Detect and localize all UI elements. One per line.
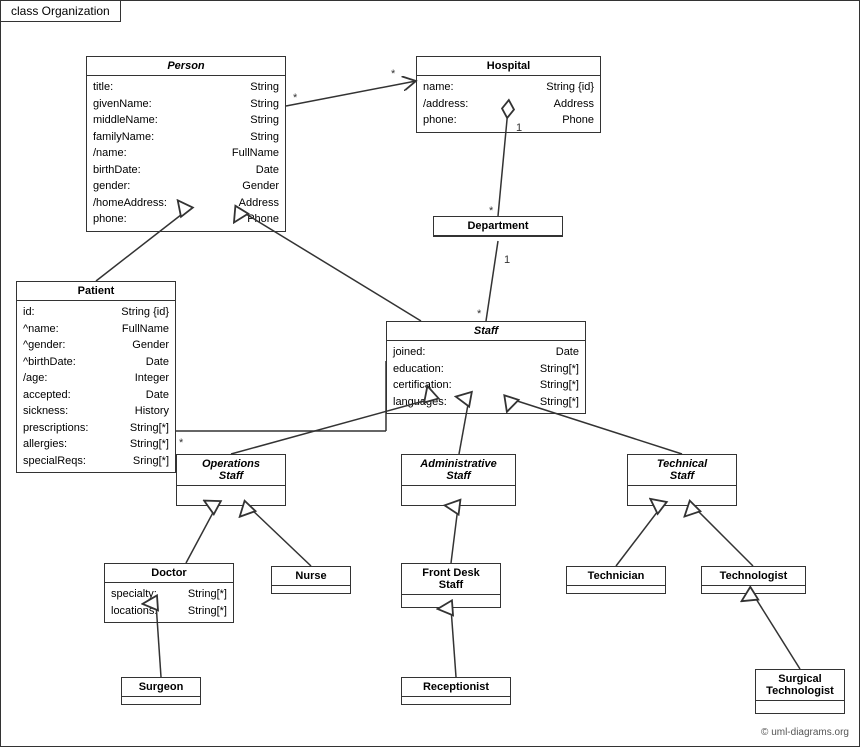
diagram-container: class Organization Person title:String g… (0, 0, 860, 747)
svg-text:*: * (293, 92, 298, 104)
class-administrative-staff-header: AdministrativeStaff (402, 455, 515, 486)
class-front-desk-staff-header: Front DeskStaff (402, 564, 500, 595)
class-doctor-body: specialty:String[*] locations:String[*] (105, 583, 233, 622)
class-hospital-header: Hospital (417, 57, 600, 76)
class-person-body: title:String givenName:String middleName… (87, 76, 285, 231)
class-department-header: Department (434, 217, 562, 236)
copyright: © uml-diagrams.org (761, 727, 849, 738)
class-nurse-header: Nurse (272, 567, 350, 586)
class-staff: Staff joined:Date education:String[*] ce… (386, 321, 586, 414)
svg-text:*: * (477, 308, 482, 320)
diagram-title: class Organization (1, 1, 121, 22)
class-receptionist-header: Receptionist (402, 678, 510, 697)
class-person: Person title:String givenName:String mid… (86, 56, 286, 232)
class-technologist-header: Technologist (702, 567, 805, 586)
class-nurse: Nurse (271, 566, 351, 594)
class-front-desk-staff: Front DeskStaff (401, 563, 501, 608)
class-operations-staff-header: OperationsStaff (177, 455, 285, 486)
class-doctor: Doctor specialty:String[*] locations:Str… (104, 563, 234, 623)
class-surgeon: Surgeon (121, 677, 201, 705)
class-surgical-technologist-header: SurgicalTechnologist (756, 670, 844, 701)
svg-text:*: * (391, 68, 396, 80)
class-technician-header: Technician (567, 567, 665, 586)
svg-text:1: 1 (504, 254, 510, 266)
class-surgeon-header: Surgeon (122, 678, 200, 697)
class-staff-header: Staff (387, 322, 585, 341)
class-technician: Technician (566, 566, 666, 594)
class-hospital-body: name:String {id} /address:Address phone:… (417, 76, 600, 132)
class-technical-staff-header: TechnicalStaff (628, 455, 736, 486)
svg-text:*: * (179, 437, 184, 449)
class-technologist: Technologist (701, 566, 806, 594)
class-operations-staff: OperationsStaff (176, 454, 286, 506)
class-patient: Patient id:String {id} ^name:FullName ^g… (16, 281, 176, 473)
class-receptionist: Receptionist (401, 677, 511, 705)
class-administrative-staff: AdministrativeStaff (401, 454, 516, 506)
class-patient-header: Patient (17, 282, 175, 301)
class-staff-body: joined:Date education:String[*] certific… (387, 341, 585, 413)
class-department: Department (433, 216, 563, 237)
class-doctor-header: Doctor (105, 564, 233, 583)
class-hospital: Hospital name:String {id} /address:Addre… (416, 56, 601, 133)
class-surgical-technologist: SurgicalTechnologist (755, 669, 845, 714)
class-person-header: Person (87, 57, 285, 76)
class-technical-staff: TechnicalStaff (627, 454, 737, 506)
class-patient-body: id:String {id} ^name:FullName ^gender:Ge… (17, 301, 175, 472)
